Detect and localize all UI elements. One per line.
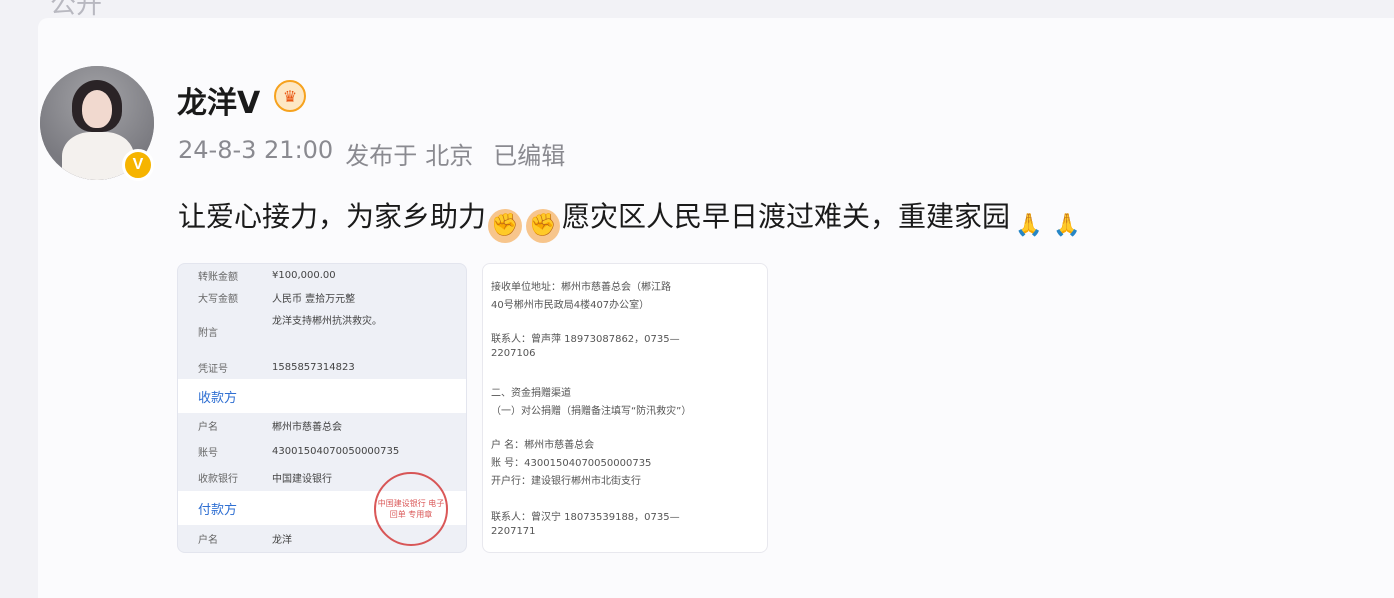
receipt-image[interactable]: 转账金额 ¥100,000.00 大写金额 人民币 壹拾万元整 附言 龙洋支持郴州抗洪…	[177, 263, 467, 553]
verified-badge-icon: V	[122, 149, 154, 181]
notice-line: 二、资金捐赠渠道	[491, 388, 571, 399]
username[interactable]: 龙洋V	[177, 78, 260, 122]
post-date[interactable]: 24-8-3 21:00	[178, 136, 333, 171]
bank-stamp-icon: 中国建设银行 电子回单 专用章	[374, 472, 448, 546]
notice-line: 40号郴州市民政局4楼407办公室）	[491, 300, 650, 311]
receipt-value: 龙洋	[272, 534, 292, 546]
notice-line: 联系人：曾声萍 18973087862，0735—	[491, 334, 680, 345]
receipt-value: 龙洋支持郴州抗洪救灾。	[272, 316, 382, 327]
receipt-value: 郴州市慈善总会	[272, 421, 342, 433]
notice-line: 2207171	[491, 526, 536, 537]
receipt-value: 1585857314823	[272, 361, 355, 373]
receiver-section-label: 收款方	[178, 379, 466, 413]
notice-line: 2207106	[491, 348, 536, 359]
notice-line: 联系人：曾汉宁 18073539188，0735—	[491, 512, 680, 523]
receipt-key: 户名	[198, 534, 218, 546]
edited-label[interactable]: 已编辑	[493, 136, 565, 171]
pray-emoji-icon: 🙏	[1015, 213, 1043, 238]
receipt-value: 中国建设银行	[272, 473, 332, 485]
notice-image[interactable]: 接收单位地址：郴州市慈善总会（郴江路 40号郴州市民政局4楼407办公室） 联系…	[482, 263, 768, 553]
post-text: 让爱心接力，为家乡助力 ✊ ✊ 愿灾区人民早日渡过难关，重建家园 🙏 🙏	[178, 195, 1086, 243]
crown-icon[interactable]: ♛	[274, 80, 306, 112]
notice-line: （一）对公捐赠（捐赠备注填写“防汛救灾”）	[491, 406, 692, 417]
fist-emoji-icon: ✊	[526, 209, 561, 243]
receipt-value: ¥100,000.00	[272, 269, 336, 281]
receipt-key: 户名	[198, 421, 218, 433]
receipt-key: 转账金额	[198, 271, 238, 283]
receipt-key: 附言	[198, 327, 218, 339]
receipt-value: 43001504070050000735	[272, 445, 400, 457]
notice-line: 户 名：郴州市慈善总会	[491, 440, 595, 451]
receipt-key: 大写金额	[198, 293, 238, 305]
receipt-key: 收款银行	[198, 473, 238, 485]
receipt-key: 账号	[198, 447, 218, 459]
post-text-part-1: 让爱心接力，为家乡助力	[178, 200, 487, 233]
post-text-part-2: 愿灾区人民早日渡过难关，重建家园	[562, 200, 1011, 233]
notice-line: 接收单位地址：郴州市慈善总会（郴江路	[491, 282, 671, 293]
pray-emoji-icon: 🙏	[1053, 213, 1081, 238]
post-meta: 24-8-3 21:00 发布于 北京 已编辑	[178, 136, 565, 171]
notice-line: 开户行：建设银行郴州市北街支行	[491, 476, 641, 487]
post-location: 北京	[425, 142, 474, 170]
notice-line: 账 号：43001504070050000735	[491, 458, 652, 469]
publish-label: 发布于	[345, 142, 418, 170]
fist-emoji-icon: ✊	[488, 209, 523, 243]
receipt-value: 人民币 壹拾万元整	[272, 293, 356, 305]
receipt-key: 凭证号	[198, 363, 228, 375]
